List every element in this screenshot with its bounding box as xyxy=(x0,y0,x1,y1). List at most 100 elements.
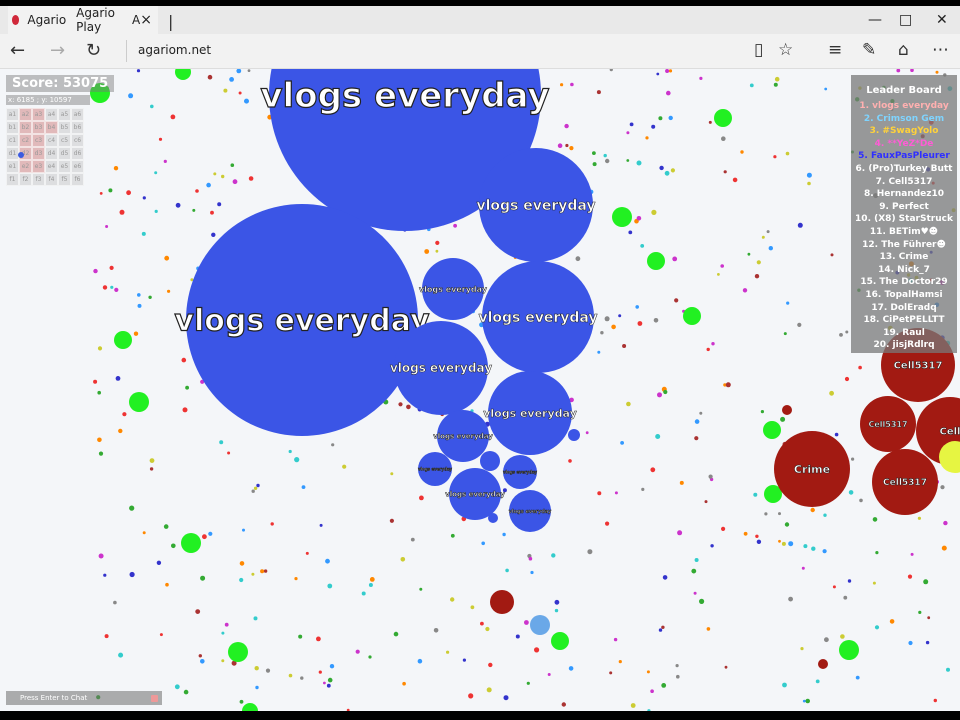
minimap-sector: c5 xyxy=(58,134,71,147)
minimap-sector: c3 xyxy=(32,134,45,147)
coordinate-readout: x: 6185 ; y: 10597 xyxy=(6,95,90,105)
player-cell: vlogs everyday xyxy=(508,490,552,532)
virus-cell xyxy=(763,421,781,439)
cell-name-label: vlogs everyday xyxy=(433,432,493,440)
screen-bezel-bottom xyxy=(0,711,960,720)
hub-icon[interactable]: ≡ xyxy=(828,40,842,60)
player-cell: vlogs everyday xyxy=(483,371,577,455)
back-icon[interactable]: ← xyxy=(10,40,25,61)
leaderboard-list: 1. vlogs everyday 2. Crimson Gem 3. #SwagY… xyxy=(851,100,957,352)
player-cell: vlogs everyday xyxy=(478,261,598,373)
minimap-sector: e6 xyxy=(71,160,84,173)
refresh-icon[interactable]: ↻ xyxy=(86,40,101,61)
minimap-sector: a4 xyxy=(45,108,58,121)
browser-nav-bar: ← → ↻ agariom.net ▯ ☆ ≡ ✎ ⌂ ⋯ xyxy=(0,34,960,69)
favorite-star-icon[interactable]: ☆ xyxy=(778,40,793,60)
player-cell xyxy=(488,513,498,523)
cell-name-label: Crime xyxy=(794,463,830,476)
cell-name-label: vlogs everyday xyxy=(260,76,549,116)
cell-name-label: Cell5317 xyxy=(883,478,927,488)
tab-close-icon[interactable]: × xyxy=(140,12,152,28)
enemy-cell: Cell5317 xyxy=(860,396,916,452)
virus-cell xyxy=(181,533,201,553)
cell-name-label: vlogs everyday xyxy=(476,198,595,214)
web-note-icon[interactable]: ✎ xyxy=(862,40,876,60)
enemy-cell xyxy=(782,405,792,415)
leaderboard-entry: 12. The Führer☻ xyxy=(862,239,946,250)
leaderboard-entry: 15. The Doctor29 xyxy=(860,277,948,288)
new-tab-icon[interactable]: | xyxy=(168,12,173,31)
leaderboard-entry: 13. Crime xyxy=(879,252,929,263)
minimap-sector: f4 xyxy=(45,173,58,186)
maximize-icon[interactable]: □ xyxy=(899,12,912,28)
minimap-sector: e3 xyxy=(32,160,45,173)
cell-name-label: vlogs everyday xyxy=(174,304,430,339)
virus-cell xyxy=(129,392,149,412)
cell-name-label: vlogs everyday xyxy=(445,490,505,498)
minimap-sector: a6 xyxy=(71,108,84,121)
player-cell: vlogs everyday xyxy=(418,452,453,486)
minimap-sector: e1 xyxy=(6,160,19,173)
player-cell: vlogs everyday xyxy=(503,455,538,489)
cell-name-label: vlogs everyday xyxy=(390,361,492,375)
minimap-sector: a2 xyxy=(19,108,32,121)
address-separator xyxy=(126,40,127,62)
leaderboard-entry: 6. (Pro)Turkey Butt xyxy=(855,163,953,174)
virus-cell xyxy=(114,331,132,349)
player-cell xyxy=(480,451,500,471)
minimap-sector: c6 xyxy=(71,134,84,147)
leaderboard-entry: 3. #SwagYolo xyxy=(869,126,939,137)
close-window-icon[interactable]: ✕ xyxy=(936,12,948,28)
leaderboard-entry: 9. Perfect xyxy=(879,201,929,212)
virus-cell xyxy=(242,703,258,711)
cell-name-label: Cell5317 xyxy=(894,361,943,372)
share-icon[interactable]: ⌂ xyxy=(898,40,909,60)
minimize-icon[interactable]: — xyxy=(868,12,882,28)
cells-layer: vlogs everyday vlogs everyday vlogs everyd… xyxy=(90,69,960,711)
minimap: a1 a2 a3 a4 a5 a6 b1 b2 b3 b4 b5 b6 c1 c2 c3 c4 c5 c6 d1 d2… xyxy=(6,108,84,186)
minimap-sector: d4 xyxy=(45,147,58,160)
forward-icon[interactable]: → xyxy=(50,40,65,61)
cell-name-label: vlogs everyday xyxy=(419,285,488,294)
more-icon[interactable]: ⋯ xyxy=(932,40,949,60)
leaderboard-title: Leader Board xyxy=(866,85,942,96)
minimap-sector: f2 xyxy=(19,173,32,186)
minimap-sector: d3 xyxy=(32,147,45,160)
virus-cell xyxy=(551,632,569,650)
leaderboard-entry: 2. Crimson Gem xyxy=(863,113,945,124)
minimap-sector: d6 xyxy=(71,147,84,160)
address-bar[interactable]: agariom.net xyxy=(138,43,211,57)
browser-tab-bar: Agario Agario Play A × | — □ ✕ xyxy=(0,6,960,34)
score-display: Score: 53075 xyxy=(6,75,115,92)
leaderboard-entry: 11. BETim♥☻ xyxy=(869,226,939,237)
leaderboard-entry: 1. vlogs everyday xyxy=(859,101,949,111)
minimap-sector: e2 xyxy=(19,160,32,173)
player-cell xyxy=(568,429,580,441)
virus-cell xyxy=(647,252,665,270)
player-cell: vlogs everyday xyxy=(174,204,431,436)
leaderboard-entry: 8. Hernandez10 xyxy=(863,189,945,200)
game-canvas[interactable]: vlogs everyday vlogs everyday vlogs everyd… xyxy=(0,69,960,711)
tab-title: Agario xyxy=(27,13,67,27)
virus-cell xyxy=(714,109,732,127)
minimap-sector: f6 xyxy=(71,173,84,186)
virus-cell xyxy=(175,69,191,80)
minimap-player-marker xyxy=(18,152,24,158)
leaderboard-entry: 10. (X8) StarStruck xyxy=(855,214,953,225)
player-cell: vlogs everyday xyxy=(445,468,505,520)
reading-view-icon[interactable]: ▯ xyxy=(754,40,763,60)
virus-cell xyxy=(228,642,248,662)
chat-input[interactable]: Press Enter to Chat xyxy=(6,691,162,705)
minimap-sector: a5 xyxy=(58,108,71,121)
minimap-sector: a3 xyxy=(32,108,45,121)
browser-tab-agario[interactable]: Agario Agario Play A × xyxy=(8,6,158,34)
leaderboard-entry: 14. Nick_7 xyxy=(878,264,930,275)
leaderboard-entry: 7. Cell5317 xyxy=(875,176,933,187)
virus-cell xyxy=(612,207,632,227)
virus-cell xyxy=(683,307,701,325)
leaderboard: Leader Board 1. vlogs everyday 2. Crimson… xyxy=(851,75,957,353)
minimap-sector: b6 xyxy=(71,121,84,134)
leaderboard-entry: 20. jisjRdlrq xyxy=(873,340,935,351)
minimap-sector: b4 xyxy=(45,121,58,134)
enemy-cell: Crime xyxy=(774,431,850,507)
